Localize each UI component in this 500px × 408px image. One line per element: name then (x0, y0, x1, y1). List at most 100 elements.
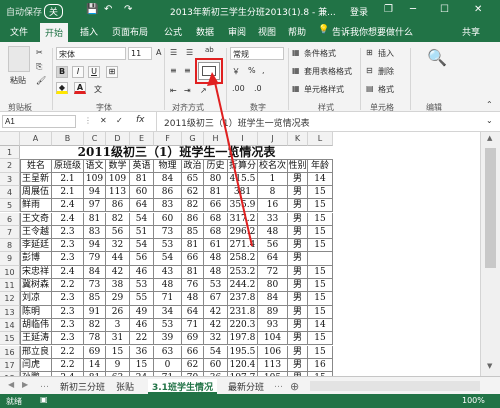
cell-style-icon[interactable]: ▦ (292, 84, 300, 93)
tab-help[interactable]: 帮助 (288, 25, 306, 38)
table-cell[interactable]: 16 (308, 358, 333, 373)
table-cell[interactable]: 32 (204, 332, 228, 346)
table-cell[interactable]: 84 (84, 265, 106, 279)
table-cell[interactable]: 66 (204, 199, 228, 213)
table-cell[interactable]: 2.2 (52, 345, 84, 359)
table-cell[interactable]: 15 (308, 332, 333, 346)
table-header-cell[interactable]: 语文 (84, 159, 106, 173)
table-cell[interactable]: 106 (258, 345, 288, 359)
table-cell[interactable]: 415.5 (228, 172, 258, 186)
table-cell[interactable]: 71 (154, 292, 182, 306)
table-cell[interactable]: 15 (308, 345, 333, 359)
table-cell[interactable]: 9 (106, 358, 130, 373)
table-cell[interactable]: 81 (84, 212, 106, 226)
format-cells-icon[interactable]: ▤ (366, 84, 374, 93)
table-cell[interactable]: 33 (258, 212, 288, 226)
table-cell[interactable]: 67 (204, 292, 228, 306)
grow-font-icon[interactable]: A (156, 48, 161, 57)
maximize-button[interactable]: ☐ (440, 4, 449, 15)
share-button[interactable]: 共享 (462, 25, 480, 38)
table-cell[interactable]: 李延廷 (20, 239, 52, 253)
row-header[interactable]: 9 (0, 252, 20, 266)
table-cell[interactable]: 62 (182, 185, 204, 200)
insert-cells-icon[interactable]: ⊞ (366, 48, 373, 57)
close-button[interactable]: ✕ (474, 4, 482, 15)
column-header[interactable]: D (106, 132, 130, 146)
row-header[interactable]: 11 (0, 279, 20, 293)
table-cell[interactable]: 54 (130, 212, 154, 226)
column-header[interactable]: C (84, 132, 106, 146)
font-color-button[interactable]: A (74, 82, 86, 94)
table-cell[interactable]: 84 (258, 292, 288, 306)
macro-record-icon[interactable]: ▣ (40, 395, 48, 404)
table-cell[interactable]: 53 (154, 318, 182, 333)
underline-button[interactable]: U (88, 66, 100, 78)
table-cell[interactable]: 63 (154, 345, 182, 359)
table-cell[interactable]: 53 (204, 279, 228, 293)
copy-icon[interactable]: ⎘ (36, 62, 42, 72)
table-cell[interactable]: 彭博 (20, 252, 52, 266)
table-cell[interactable]: 15 (130, 358, 154, 373)
row-header[interactable]: 12 (0, 292, 20, 306)
table-cell[interactable]: 男 (288, 265, 308, 279)
name-box[interactable]: A1 (2, 115, 76, 128)
table-cell[interactable]: 48 (204, 252, 228, 266)
row-header[interactable]: 6 (0, 212, 20, 226)
table-cell[interactable]: 79 (84, 252, 106, 266)
table-cell[interactable]: 2.4 (52, 265, 84, 279)
save-icon[interactable]: 💾 (86, 4, 98, 15)
number-format-select[interactable]: 常规 (230, 47, 284, 60)
table-cell[interactable]: 2.3 (52, 292, 84, 306)
table-cell[interactable]: 54 (204, 345, 228, 359)
row-header[interactable]: 10 (0, 265, 20, 279)
column-header[interactable]: E (130, 132, 154, 146)
row-header[interactable]: 3 (0, 172, 20, 186)
table-cell[interactable]: 男 (288, 172, 308, 186)
table-cell[interactable]: 94 (84, 239, 106, 253)
add-sheet-icon[interactable]: ⊕ (286, 379, 303, 394)
table-cell[interactable]: 15 (308, 185, 333, 200)
table-cell[interactable]: 85 (182, 225, 204, 240)
table-cell[interactable]: 69 (84, 345, 106, 359)
table-cell[interactable]: 49 (130, 305, 154, 319)
table-cell[interactable]: 54 (154, 252, 182, 266)
table-cell[interactable]: 220.3 (228, 318, 258, 333)
table-cell[interactable]: 55 (130, 292, 154, 306)
table-cell[interactable]: 15 (106, 345, 130, 359)
table-cell[interactable]: 2.2 (52, 358, 84, 373)
table-cell[interactable]: 83 (154, 199, 182, 213)
table-cell[interactable]: 48 (204, 265, 228, 279)
editing-icon[interactable]: 🔍 (424, 48, 450, 78)
table-header-cell[interactable]: 性别 (288, 159, 308, 173)
select-all-corner[interactable] (0, 132, 20, 146)
fill-color-icon[interactable]: ◆ (56, 82, 68, 94)
row-header[interactable]: 13 (0, 305, 20, 319)
worksheet-grid[interactable]: ABCDEFGHIJKL 1 2011级初三（1）班学生一览情况表 2 姓名 原班级 语文… (0, 132, 480, 376)
conditional-format-button[interactable]: 条件格式 (304, 48, 336, 59)
table-cell[interactable]: 男 (288, 185, 308, 200)
table-cell[interactable]: 73 (154, 225, 182, 240)
table-cell[interactable]: 86 (106, 199, 130, 213)
tab-file[interactable]: 文件 (10, 25, 28, 38)
table-cell[interactable]: 83 (84, 225, 106, 240)
scroll-down-icon[interactable]: ▼ (487, 362, 492, 370)
minimize-button[interactable]: ─ (410, 4, 416, 15)
cut-icon[interactable]: ✂ (36, 48, 43, 57)
table-cell[interactable]: 82 (106, 212, 130, 226)
table-cell[interactable]: 48 (154, 279, 182, 293)
zoom-level[interactable]: 100% (462, 396, 485, 405)
border-icon[interactable]: ⊞ (106, 66, 118, 78)
table-cell[interactable]: 男 (288, 199, 308, 213)
increase-decimal-icon[interactable]: .00 (232, 84, 245, 93)
table-cell[interactable]: 0 (154, 358, 182, 373)
tab-formulas[interactable]: 公式 (164, 25, 182, 38)
table-cell[interactable]: 66 (182, 345, 204, 359)
table-cell[interactable]: 26 (106, 305, 130, 319)
column-header[interactable]: I (228, 132, 258, 146)
table-cell[interactable]: 195.5 (228, 345, 258, 359)
table-cell[interactable]: 68 (204, 212, 228, 226)
table-header-cell[interactable]: 折算分 (228, 159, 258, 173)
table-cell[interactable]: 258.2 (228, 252, 258, 266)
table-cell[interactable]: 男 (288, 358, 308, 373)
indent-icon[interactable]: ⇤ (170, 86, 177, 95)
